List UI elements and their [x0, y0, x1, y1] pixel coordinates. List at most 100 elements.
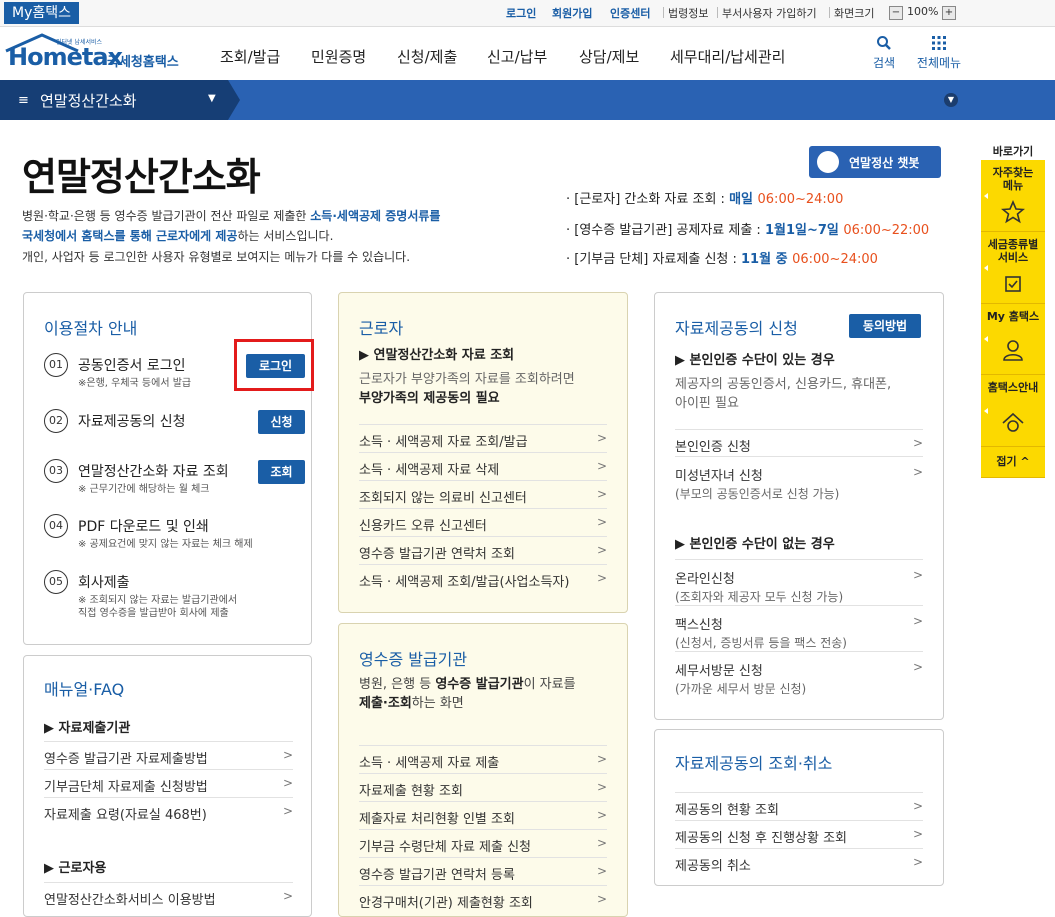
consent-link[interactable]: 본인인증 신청 > [675, 429, 923, 458]
worker-link[interactable]: 조회되지 않는 의료비 신고센터 > [359, 480, 607, 509]
consent-link[interactable]: 온라인신청 (조회자와 제공자 모두 신청 가능) > [675, 559, 923, 606]
gnb-report-pay[interactable]: 신고/납부 [487, 46, 547, 67]
chevron-right-icon: > [596, 543, 607, 557]
schedule-issuer: · [영수증 발급기관] 공제자료 제출 : 1월1일~7일 06:00~22:… [566, 223, 930, 238]
caret-left-icon [984, 336, 988, 342]
gnb-apply-submit[interactable]: 신청/제출 [397, 46, 457, 67]
step-number: 01 [44, 353, 68, 377]
worker-link[interactable]: 영수증 발급기관 연락처 조회 > [359, 536, 607, 565]
quick-favorite-menu[interactable]: 자주찾는 메뉴 [981, 160, 1045, 232]
chevron-right-icon: > [912, 436, 923, 450]
my-hometax-button[interactable]: My홈택스 [4, 2, 80, 24]
consent-link[interactable]: 세무서방문 신청 (가까운 세무서 방문 신청) > [675, 651, 923, 698]
step-note: ※ 공제요건에 맞지 않는 자료는 체크 해제 [78, 539, 253, 550]
worker-link[interactable]: 신용카드 오류 신고센터 > [359, 508, 607, 537]
dept-user-join-link[interactable]: 부서사용자 가입하기 [722, 5, 817, 21]
quick-menu-collapse-button[interactable]: 접기 ^ [981, 447, 1045, 478]
worker-subtitle: ▶ 연말정산간소화 자료 조회 [359, 348, 515, 363]
quick-item-label: 세금종류별 서비스 [987, 238, 1039, 264]
chevron-right-icon: > [596, 487, 607, 501]
hamburger-icon: ≡ [18, 93, 29, 108]
step-number: 02 [44, 409, 68, 433]
chevron-right-icon: > [912, 660, 923, 674]
chevron-right-icon: > [596, 836, 607, 850]
caret-left-icon [984, 407, 988, 414]
chevron-right-icon: > [596, 808, 607, 822]
consent-query-panel: 자료제공동의 조회·취소 제공동의 현황 조회 > 제공동의 신청 후 진행상황 … [654, 729, 944, 886]
quick-menu-title: 바로가기 [992, 145, 1034, 158]
chevron-right-icon: > [282, 748, 293, 762]
gnb-civil-cert[interactable]: 민원증명 [311, 46, 366, 67]
consent-subtitle-with-auth: ▶ 본인인증 수단이 있는 경우 [675, 353, 835, 368]
page-description-line3: 개인, 사업자 등 로그인한 사용자 유형별로 보여지는 메뉴가 다를 수 있습… [22, 250, 411, 264]
manual-link[interactable]: 영수증 발급기관 자료제출방법 > [44, 741, 293, 770]
issuer-link[interactable]: 소득 · 세액공제 자료 제출 > [359, 745, 607, 774]
login-link[interactable]: 로그인 [506, 5, 536, 21]
step-number: 05 [44, 570, 68, 594]
location-dropdown[interactable]: ≡ 연말정산간소화 ▼ [0, 80, 228, 120]
consent-query-title: 자료제공동의 조회·취소 [675, 754, 833, 773]
worker-link[interactable]: 소득 · 세액공제 자료 삭제 > [359, 452, 607, 481]
divider [829, 7, 830, 18]
search-icon [877, 36, 891, 50]
gnb-tax-agent[interactable]: 세무대리/납세관리 [670, 46, 785, 67]
join-link[interactable]: 회원가입 [552, 5, 592, 21]
quick-tax-type-service[interactable]: 세금종류별 서비스 [981, 232, 1045, 304]
consent-query-link[interactable]: 제공동의 취소 > [675, 848, 923, 877]
logo-wordmark: Hometax [8, 43, 123, 71]
step-label: 연말정산간소화 자료 조회 [78, 464, 229, 480]
all-menu-label: 전체메뉴 [916, 56, 962, 70]
house-icon [1002, 412, 1024, 432]
law-info-link[interactable]: 법령정보 [668, 5, 708, 21]
worker-link[interactable]: 소득 · 세액공제 조회/발급(사업소득자) > [359, 564, 607, 593]
divider [717, 7, 718, 18]
page-title: 연말정산간소화 [22, 155, 261, 199]
chatbot-button[interactable]: 연말정산 챗봇 [809, 146, 941, 178]
consent-link[interactable]: 팩스신청 (신청서, 증빙서류 등을 팩스 전송) > [675, 605, 923, 652]
hometax-logo[interactable]: 인터넷 납세서비스 Hometax 국세청홈택스 [4, 33, 190, 75]
chevron-down-icon[interactable]: ▼ [944, 93, 958, 107]
manual-subtitle-submitters: ▶ 자료제출기관 [44, 721, 131, 736]
step-label: 회사제출 [78, 575, 130, 591]
apply-consent-button[interactable]: 신청 [258, 410, 305, 434]
manual-link[interactable]: 자료제출 요령(자료실 468번) > [44, 797, 293, 826]
divider [663, 7, 664, 18]
all-menu-button[interactable]: 전체메뉴 [912, 35, 966, 71]
cert-center-link[interactable]: 인증센터 [610, 5, 650, 21]
checkbox-icon [1005, 276, 1021, 292]
step-label: 공동인증서 로그인 [78, 358, 186, 374]
issuer-link[interactable]: 자료제출 현황 조회 > [359, 773, 607, 802]
manual-link[interactable]: 기부금단체 자료제출 신청방법 > [44, 769, 293, 798]
manual-link[interactable]: 연말정산간소화서비스 이용방법 > [44, 882, 293, 911]
zoom-in-button[interactable]: + [942, 6, 956, 20]
gnb-inquiry-issue[interactable]: 조회/발급 [220, 46, 280, 67]
step-note: ※ 조회되지 않는 자료는 발급기관에서 [78, 595, 238, 606]
issuer-link[interactable]: 기부금 수령단체 자료 제출 신청 > [359, 829, 607, 858]
screen-size-label: 화면크기 [834, 7, 875, 20]
manual-faq-title: 매뉴얼·FAQ [44, 680, 125, 699]
quick-item-label: 홈택스안내 [987, 381, 1039, 394]
step-note: ※ 근무기간에 해당하는 월 체크 [78, 484, 210, 495]
consent-link[interactable]: 미성년자녀 신청 (부모의 공동인증서로 신청 가능) > [675, 456, 923, 503]
gnb-consult-tip[interactable]: 상담/제보 [579, 46, 639, 67]
search-button[interactable]: 검색 [866, 35, 902, 71]
step-note: 직접 영수증을 발급받아 회사에 제출 [78, 608, 229, 619]
inquiry-button[interactable]: 조회 [258, 460, 305, 484]
quick-item-label: 자주찾는 메뉴 [992, 166, 1034, 192]
quick-hometax-guide[interactable]: 홈택스안내 [981, 375, 1045, 447]
issuer-link[interactable]: 영수증 발급기관 연락처 등록 > [359, 857, 607, 886]
quick-my-hometax[interactable]: My 홈택스 [981, 304, 1045, 375]
chatbot-label: 연말정산 챗봇 [849, 156, 920, 170]
chevron-right-icon: > [282, 776, 293, 790]
chevron-right-icon: > [596, 864, 607, 878]
quick-item-label: My 홈택스 [986, 310, 1040, 323]
chevron-right-icon: > [596, 892, 607, 906]
worker-link[interactable]: 소득 · 세액공제 자료 조회/발급 > [359, 424, 607, 453]
consent-query-link[interactable]: 제공동의 신청 후 진행상황 조회 > [675, 820, 923, 849]
caret-left-icon [984, 192, 988, 199]
consent-query-link[interactable]: 제공동의 현황 조회 > [675, 792, 923, 821]
consent-method-button[interactable]: 동의방법 [849, 314, 921, 338]
zoom-out-button[interactable]: − [889, 6, 903, 20]
location-title: 연말정산간소화 [40, 92, 137, 110]
issuer-link[interactable]: 제출자료 처리현황 인별 조회 > [359, 801, 607, 830]
